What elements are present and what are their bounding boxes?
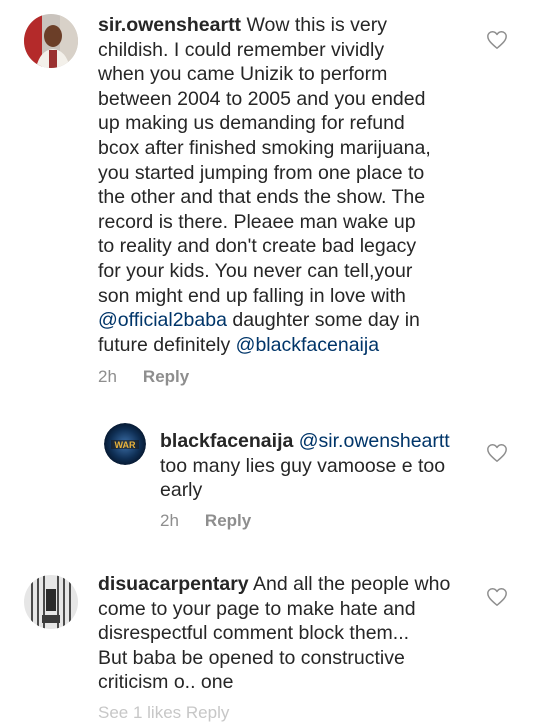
comment-text-line: But baba be opened to constructive bbox=[98, 646, 405, 669]
username[interactable]: blackfacenaija bbox=[160, 430, 293, 452]
avatar-sir-owensheartt[interactable] bbox=[24, 14, 78, 68]
avatar-blackfacenaija[interactable]: WAR bbox=[104, 423, 146, 465]
comment-text: future definitely bbox=[98, 333, 236, 356]
username[interactable]: sir.owensheartt bbox=[98, 14, 241, 36]
reply-button[interactable]: Reply bbox=[143, 367, 189, 387]
comment-text-line: you started jumping from one place to bbox=[98, 161, 425, 184]
comment-text-line: between 2004 to 2005 and you ended bbox=[98, 87, 426, 110]
comment-text: daughter some day in bbox=[226, 309, 420, 332]
comment-text-line: up making us demanding for refund bbox=[98, 112, 405, 135]
comment-3-meta-cutoff: See 1 likes Reply bbox=[98, 703, 230, 722]
username[interactable]: disuacarpentary bbox=[98, 573, 249, 595]
comment-text-line: early bbox=[160, 479, 203, 502]
avatar-logo-text: WAR bbox=[115, 440, 136, 450]
user-photo-icon bbox=[24, 575, 78, 629]
comment-text-line: when you came Unizik to perform bbox=[98, 63, 388, 86]
comment-text-line: disrespectful comment block them... bbox=[98, 622, 410, 645]
comment-text-line: to reality and don't create bad legacy bbox=[98, 235, 417, 258]
comment-text-line: come to your page to make hate and bbox=[98, 597, 416, 620]
comment-text-line: criticism o.. one bbox=[98, 671, 234, 694]
avatar-disuacarpentary[interactable] bbox=[24, 575, 78, 629]
comment-text-line: record is there. Pleaee man wake up bbox=[98, 210, 416, 233]
war-logo-icon: WAR bbox=[104, 423, 146, 465]
comment-text-line: the other and that ends the show. The bbox=[98, 186, 426, 209]
comment-text: Wow this is very bbox=[246, 14, 387, 36]
comment-text-line: childish. I could remember vividly bbox=[98, 38, 385, 61]
like-heart-icon[interactable] bbox=[486, 442, 508, 464]
comment-text-line: bcox after finished smoking marijuana, bbox=[98, 136, 431, 159]
comment-text-line: for your kids. You never can tell,your bbox=[98, 259, 413, 282]
mention-link[interactable]: @official2baba bbox=[98, 309, 227, 331]
user-photo-icon bbox=[24, 14, 78, 68]
timestamp: 2h bbox=[98, 367, 117, 386]
reply-button[interactable]: Reply bbox=[205, 511, 251, 531]
timestamp: 2h bbox=[160, 511, 179, 530]
mention-link[interactable]: @sir.owensheartt bbox=[299, 430, 450, 452]
like-heart-icon[interactable] bbox=[486, 586, 508, 608]
like-heart-icon[interactable] bbox=[486, 29, 508, 51]
comment-text-line: too many lies guy vamoose e too bbox=[160, 454, 446, 477]
comment-text-line: son might end up falling in love with bbox=[98, 284, 406, 307]
comment-text: And all the people who bbox=[253, 573, 451, 595]
mention-link[interactable]: @blackfacenaija bbox=[236, 334, 379, 356]
